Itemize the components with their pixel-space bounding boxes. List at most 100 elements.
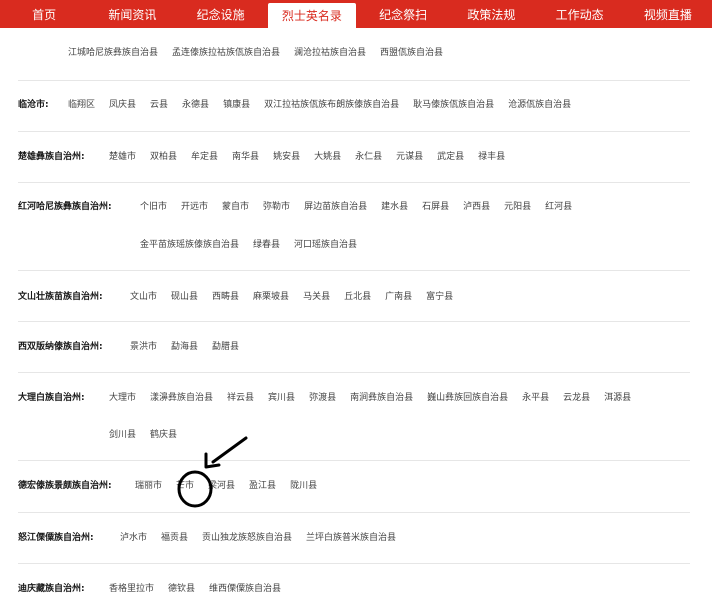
county-link[interactable]: 景洪市 [130, 339, 157, 352]
county-links: 楚雄市 双柏县 牟定县 南华县 姚安县 大姚县 永仁县 元谋县 武定县 禄丰县 [109, 149, 519, 162]
county-link[interactable]: 孟连傣族拉祜族佤族自治县 [172, 45, 280, 58]
county-link[interactable]: 勐海县 [171, 339, 198, 352]
top-nav: 首页 新闻资讯 纪念设施 烈士英名录 纪念祭扫 政策法规 工作动态 视频直播 [0, 0, 712, 28]
region-line: 剑川县 鹤庆县 [18, 427, 690, 443]
county-link[interactable]: 瑞丽市 [135, 478, 162, 491]
region-label: 西双版纳傣族自治州: [18, 342, 103, 352]
county-link[interactable]: 福贡县 [161, 530, 188, 543]
county-link[interactable]: 开远市 [181, 199, 208, 212]
county-link[interactable]: 耿马傣族佤族自治县 [413, 97, 494, 110]
county-link[interactable]: 云龙县 [563, 390, 590, 403]
county-link[interactable]: 砚山县 [171, 289, 198, 302]
region-row: 怒江傈僳族自治州: 泸水市 福贡县 贡山独龙族怒族自治县 兰坪白族普米族自治县 [18, 512, 690, 564]
county-link[interactable]: 祥云县 [227, 390, 254, 403]
county-link[interactable]: 维西傈僳族自治县 [209, 581, 281, 594]
nav-item-policies[interactable]: 政策法规 [447, 0, 535, 28]
county-link[interactable]: 贡山独龙族怒族自治县 [202, 530, 292, 543]
county-link[interactable]: 马关县 [303, 289, 330, 302]
county-link[interactable]: 德钦县 [168, 581, 195, 594]
county-link[interactable]: 双柏县 [150, 149, 177, 162]
region-row: 江城哈尼族彝族自治县 孟连傣族拉祜族佤族自治县 澜沧拉祜族自治县 西盟佤族自治县 [18, 28, 690, 81]
county-link[interactable]: 西畴县 [212, 289, 239, 302]
region-line: 西双版纳傣族自治州: 景洪市 勐海县 勐腊县 [18, 339, 690, 355]
county-link[interactable]: 漾濞彝族自治县 [150, 390, 213, 403]
county-link[interactable]: 大姚县 [314, 149, 341, 162]
county-link[interactable]: 永平县 [522, 390, 549, 403]
county-link[interactable]: 个旧市 [140, 199, 167, 212]
region-row: 西双版纳傣族自治州: 景洪市 勐海县 勐腊县 [18, 321, 690, 373]
county-link[interactable]: 西盟佤族自治县 [380, 45, 443, 58]
nav-item-martyrs-list[interactable]: 烈士英名录 [267, 3, 356, 28]
county-link[interactable]: 芒市 [176, 478, 194, 491]
county-link[interactable]: 泸水市 [120, 530, 147, 543]
nav-item-news[interactable]: 新闻资讯 [88, 0, 176, 28]
county-links: 个旧市 开远市 蒙自市 弥勒市 屏边苗族自治县 建水县 石屏县 泸西县 元阳县 红河县 [140, 199, 586, 212]
county-link[interactable]: 武定县 [437, 149, 464, 162]
county-link[interactable]: 禄丰县 [478, 149, 505, 162]
county-links: 金平苗族瑶族傣族自治县 绿春县 河口瑶族自治县 [140, 237, 371, 250]
county-link[interactable]: 陇川县 [290, 478, 317, 491]
county-link[interactable]: 弥勒市 [263, 199, 290, 212]
county-link[interactable]: 盈江县 [249, 478, 276, 491]
county-link[interactable]: 兰坪白族普米族自治县 [306, 530, 396, 543]
county-link[interactable]: 泸西县 [463, 199, 490, 212]
county-link[interactable]: 元阳县 [504, 199, 531, 212]
county-link[interactable]: 丘北县 [344, 289, 371, 302]
region-line: 迪庆藏族自治州: 香格里拉市 德钦县 维西傈僳族自治县 [18, 581, 690, 597]
county-link[interactable]: 洱源县 [604, 390, 631, 403]
region-line: 怒江傈僳族自治州: 泸水市 福贡县 贡山独龙族怒族自治县 兰坪白族普米族自治县 [18, 530, 690, 546]
county-link[interactable]: 富宁县 [426, 289, 453, 302]
county-links: 泸水市 福贡县 贡山独龙族怒族自治县 兰坪白族普米族自治县 [120, 530, 410, 543]
county-link[interactable]: 姚安县 [273, 149, 300, 162]
county-link[interactable]: 南华县 [232, 149, 259, 162]
county-link[interactable]: 文山市 [130, 289, 157, 302]
county-link[interactable]: 梁河县 [208, 478, 235, 491]
county-link[interactable]: 大理市 [109, 390, 136, 403]
region-label: 迪庆藏族自治州: [18, 584, 85, 594]
county-link[interactable]: 永仁县 [355, 149, 382, 162]
county-link[interactable]: 凤庆县 [109, 97, 136, 110]
county-link[interactable]: 广南县 [385, 289, 412, 302]
county-link[interactable]: 金平苗族瑶族傣族自治县 [140, 237, 239, 250]
county-link[interactable]: 巍山彝族回族自治县 [427, 390, 508, 403]
county-link[interactable]: 麻栗坡县 [253, 289, 289, 302]
county-links: 江城哈尼族彝族自治县 孟连傣族拉祜族佤族自治县 澜沧拉祜族自治县 西盟佤族自治县 [68, 45, 457, 58]
county-link[interactable]: 永德县 [182, 97, 209, 110]
region-line: 德宏傣族景颇族自治州: 瑞丽市 芒市 梁河县 盈江县 陇川县 [18, 478, 690, 494]
county-link[interactable]: 屏边苗族自治县 [304, 199, 367, 212]
county-link[interactable]: 云县 [150, 97, 168, 110]
county-link[interactable]: 河口瑶族自治县 [294, 237, 357, 250]
county-link[interactable]: 南涧彝族自治县 [350, 390, 413, 403]
county-link[interactable]: 石屏县 [422, 199, 449, 212]
county-link[interactable]: 双江拉祜族佤族布朗族傣族自治县 [264, 97, 399, 110]
county-links: 临翔区 凤庆县 云县 永德县 镇康县 双江拉祜族佤族布朗族傣族自治县 耿马傣族佤族自治县 沧源… [68, 97, 585, 110]
nav-item-memorial-worship[interactable]: 纪念祭扫 [359, 0, 447, 28]
county-link[interactable]: 绿春县 [253, 237, 280, 250]
county-link[interactable]: 江城哈尼族彝族自治县 [68, 45, 158, 58]
county-link[interactable]: 澜沧拉祜族自治县 [294, 45, 366, 58]
nav-item-memorial-facilities[interactable]: 纪念设施 [177, 0, 265, 28]
nav-item-video-live[interactable]: 视频直播 [624, 0, 712, 28]
county-link[interactable]: 鹤庆县 [150, 427, 177, 440]
county-link[interactable]: 临翔区 [68, 97, 95, 110]
county-link[interactable]: 牟定县 [191, 149, 218, 162]
county-link[interactable]: 弥渡县 [309, 390, 336, 403]
county-links: 香格里拉市 德钦县 维西傈僳族自治县 [109, 581, 295, 594]
county-link[interactable]: 宾川县 [268, 390, 295, 403]
county-link[interactable]: 元谋县 [396, 149, 423, 162]
county-link[interactable]: 楚雄市 [109, 149, 136, 162]
county-link[interactable]: 红河县 [545, 199, 572, 212]
nav-item-home[interactable]: 首页 [0, 0, 88, 28]
region-row: 德宏傣族景颇族自治州: 瑞丽市 芒市 梁河县 盈江县 陇川县 [18, 460, 690, 513]
county-link[interactable]: 蒙自市 [222, 199, 249, 212]
county-link[interactable]: 镇康县 [223, 97, 250, 110]
region-line: 大理白族自治州: 大理市 漾濞彝族自治县 祥云县 宾川县 弥渡县 南涧彝族自治县 巍山彝族回族… [18, 390, 690, 406]
county-link[interactable]: 勐腊县 [212, 339, 239, 352]
region-line: 文山壮族苗族自治州: 文山市 砚山县 西畴县 麻栗坡县 马关县 丘北县 广南县 富宁县 [18, 289, 690, 305]
county-link[interactable]: 香格里拉市 [109, 581, 154, 594]
nav-item-work-news[interactable]: 工作动态 [536, 0, 624, 28]
county-link[interactable]: 沧源佤族自治县 [508, 97, 571, 110]
county-link[interactable]: 剑川县 [109, 427, 136, 440]
region-line: 江城哈尼族彝族自治县 孟连傣族拉祜族佤族自治县 澜沧拉祜族自治县 西盟佤族自治县 [18, 45, 690, 61]
county-link[interactable]: 建水县 [381, 199, 408, 212]
